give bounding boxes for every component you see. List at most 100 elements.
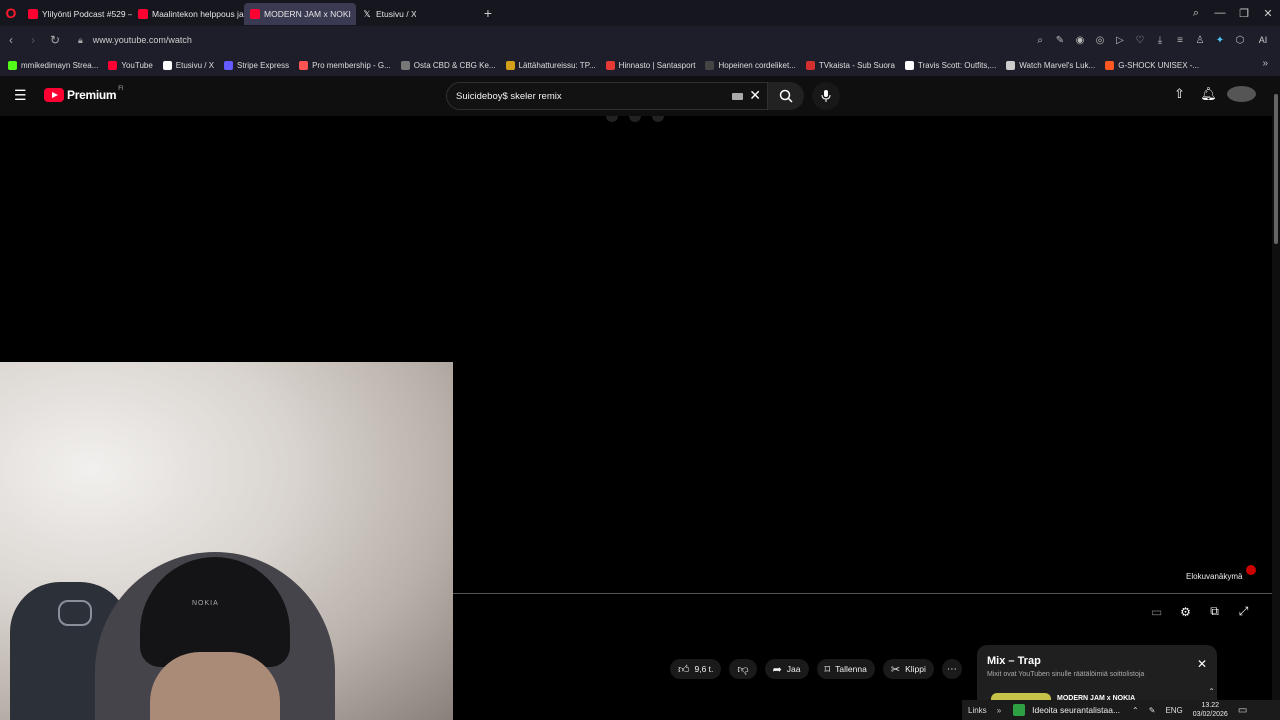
forward-icon[interactable]: ›: [22, 33, 44, 47]
cube-icon[interactable]: ⬡: [1230, 35, 1250, 46]
bookmark-label: Osta CBD & CBG Ke...: [413, 60, 496, 70]
clear-search-icon[interactable]: ✕: [749, 87, 761, 104]
bookmark-item[interactable]: Hopeinen cordeliket...: [705, 60, 796, 70]
player-top-control[interactable]: [652, 116, 664, 122]
fullscreen-icon[interactable]: ⤢: [1229, 604, 1258, 619]
close-playlist-icon[interactable]: ✕: [1197, 657, 1207, 671]
chevron-up-icon[interactable]: ⌃: [1208, 687, 1215, 696]
bookmark-item[interactable]: Travis Scott: Outfits,...: [904, 60, 996, 70]
search-button[interactable]: [768, 82, 804, 110]
bookmark-item[interactable]: G-SHOCK UNISEX -...: [1105, 60, 1199, 70]
search-query: Suicideboy$ skeler remix: [456, 91, 562, 102]
bookmark-label: Lättähattureissu: TP...: [518, 60, 596, 70]
taskbar-app-label: Ideoita seurantalistaa...: [1032, 705, 1121, 715]
settings-gear-icon[interactable]: ⚙: [1171, 605, 1200, 619]
tab-etusivu-x[interactable]: 𝕏 Etusivu / X: [356, 3, 416, 25]
keyboard-icon[interactable]: [732, 93, 743, 100]
bookmark-item[interactable]: mmikedimayn Strea...: [8, 60, 98, 70]
share-button[interactable]: ➦ Jaa: [764, 659, 809, 679]
tray-chevron-up-icon[interactable]: ⌃: [1132, 706, 1139, 715]
tab-maalintekon[interactable]: Maalintekon helppous ja m: [132, 3, 244, 25]
youtube-logo[interactable]: Premium FI: [44, 86, 124, 102]
search-input[interactable]: Suicideboy$ skeler remix ✕: [446, 82, 768, 110]
player-top-control[interactable]: [606, 116, 618, 122]
play-icon[interactable]: ▷: [1110, 35, 1130, 46]
tab-label: Ylilyönti Podcast #529 – U: [42, 9, 132, 19]
avatar[interactable]: [1227, 86, 1256, 102]
links-toolbar[interactable]: Links: [968, 706, 987, 715]
voice-search-button[interactable]: [812, 82, 840, 110]
bookmark-item[interactable]: Stripe Express: [224, 60, 289, 70]
bookmark-item[interactable]: Osta CBD & CBG Ke...: [400, 60, 496, 70]
zoom-icon[interactable]: ⌕: [1030, 35, 1050, 46]
close-window-icon[interactable]: ✕: [1256, 7, 1280, 20]
url-field[interactable]: www.youtube.com/watch: [93, 35, 192, 45]
edit-icon[interactable]: ✎: [1050, 35, 1070, 46]
player-controls-right: ▭ ⚙ ⧉ ⤢: [1142, 604, 1258, 619]
more-actions-button[interactable]: ⋯: [941, 659, 962, 679]
back-icon[interactable]: ‹: [0, 33, 22, 47]
recording-indicator-icon: [1246, 565, 1256, 575]
save-button[interactable]: ⌑ Tallenna: [816, 659, 875, 679]
page-scrollbar[interactable]: [1272, 76, 1280, 720]
notifications-icon[interactable]: ▭: [1238, 705, 1247, 716]
beanie-text: NOKIA: [192, 600, 219, 607]
new-tab-button[interactable]: +: [478, 3, 498, 23]
search-tabs-icon[interactable]: ⌕: [1184, 7, 1208, 20]
opera-logo-icon[interactable]: O: [0, 0, 22, 26]
captions-icon[interactable]: ▭: [1142, 605, 1171, 619]
bookmark-item[interactable]: Hinnasto | Santasport: [605, 60, 695, 70]
hamburger-menu-icon[interactable]: ☰: [14, 88, 30, 102]
bookmark-item[interactable]: Pro membership - G...: [299, 60, 391, 70]
bookmarks-bar: mmikedimayn Strea... YouTube Etusivu / X St…: [0, 54, 1280, 76]
x-icon: 𝕏: [363, 8, 371, 19]
clip-button[interactable]: ✂ Klippi: [882, 659, 934, 679]
chevron-right-icon[interactable]: »: [997, 706, 1001, 715]
scrollbar-thumb[interactable]: [1274, 94, 1278, 244]
lock-icon[interactable]: 🔒︎: [78, 35, 83, 46]
tab-label: Maalintekon helppous ja m: [152, 9, 244, 19]
bookmark-item[interactable]: Watch Marvel's Luk...: [1006, 60, 1095, 70]
language-indicator[interactable]: ENG: [1165, 706, 1182, 715]
upload-icon[interactable]: ⇧: [1165, 86, 1194, 102]
video-actions: 👍︎ 9,6 t. 👎︎ ➦ Jaa ⌑ Tallenna ✂ Klippi ⋯: [670, 659, 962, 679]
bookmark-label: Hopeinen cordeliket...: [718, 60, 796, 70]
progress-bar[interactable]: [453, 593, 1272, 594]
bookmarks-overflow-icon[interactable]: »: [1262, 58, 1268, 69]
notifications-bell-icon[interactable]: 🔔︎: [1194, 86, 1223, 102]
bookmark-favicon-icon: [1006, 60, 1016, 70]
tab-podcast[interactable]: Ylilyönti Podcast #529 – U: [22, 3, 132, 25]
bookmark-item[interactable]: Lättähattureissu: TP...: [505, 60, 596, 70]
person-face-image: [150, 652, 280, 720]
reload-icon[interactable]: ↻: [44, 33, 66, 47]
profile-icon[interactable]: ♙: [1190, 35, 1210, 46]
bookmark-item[interactable]: Etusivu / X: [162, 60, 215, 70]
heart-icon[interactable]: ♡: [1130, 35, 1150, 46]
like-count: 9,6 t.: [694, 664, 714, 674]
stocks-app-icon: [1013, 704, 1026, 716]
like-button[interactable]: 👍︎ 9,6 t.: [670, 659, 722, 679]
clock-time: 13.22: [1201, 702, 1220, 709]
bookmark-item[interactable]: YouTube: [108, 60, 153, 70]
youtube-icon: [138, 9, 148, 19]
taskbar-app-stocks[interactable]: Ideoita seurantalistaa...: [1013, 704, 1120, 716]
bookmark-label: Etusivu / X: [175, 60, 215, 70]
download-icon[interactable]: ⤓: [1150, 35, 1170, 46]
pen-icon[interactable]: ✎: [1149, 706, 1156, 715]
ai-button[interactable]: AI: [1250, 35, 1276, 45]
camera-icon[interactable]: ◉: [1070, 35, 1090, 46]
extension-icon[interactable]: ✦: [1210, 35, 1230, 46]
minimize-icon[interactable]: —: [1208, 7, 1232, 19]
screen: O Ylilyönti Podcast #529 – U Maalintekon…: [0, 0, 1280, 720]
bookmark-item[interactable]: TVkaista - Sub Suora: [805, 60, 895, 70]
tab-modern-jam[interactable]: MODERN JAM x NOKI: [244, 3, 356, 25]
vpn-icon[interactable]: ◎: [1090, 35, 1110, 46]
player-top-control[interactable]: [629, 116, 641, 122]
maximize-icon[interactable]: ❐: [1232, 7, 1256, 20]
bookmark-favicon-icon: [1105, 60, 1115, 70]
miniplayer-icon[interactable]: ⧉: [1200, 604, 1229, 619]
menu-lines-icon[interactable]: ≡: [1170, 35, 1190, 46]
clock[interactable]: 13.22 03/02/2026: [1193, 701, 1228, 719]
bookmark-favicon-icon: [162, 60, 172, 70]
dislike-button[interactable]: 👎︎: [729, 659, 757, 679]
